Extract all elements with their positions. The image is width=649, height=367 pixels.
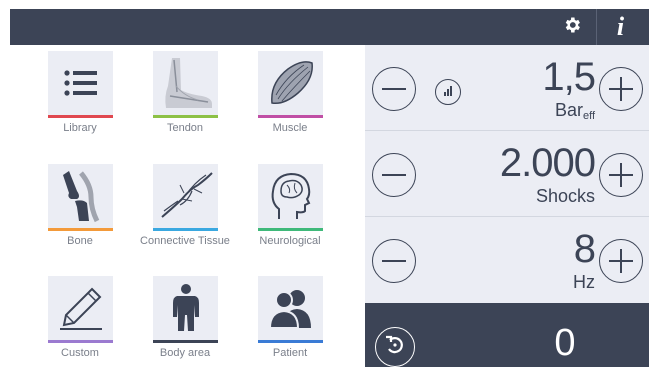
tile-card: [258, 164, 323, 231]
connective-tissue-icon: [153, 164, 218, 228]
pressure-unit: Bareff: [554, 100, 595, 122]
tile-card: [153, 51, 218, 118]
info-icon: i: [616, 12, 625, 41]
pressure-row: 1,5 Bareff: [365, 45, 649, 129]
top-bar: i: [10, 9, 649, 45]
tile-card: [153, 276, 218, 343]
tile-card: [48, 51, 113, 118]
signal-gauge-icon[interactable]: [435, 79, 461, 105]
tile-label: Library: [63, 122, 97, 134]
tile-bone[interactable]: Bone: [20, 158, 130, 266]
info-button[interactable]: i: [599, 9, 642, 45]
tile-accent: [258, 340, 323, 343]
parameter-panel: 1,5 Bareff 2.000 Shocks 8 Hz 0: [365, 45, 649, 367]
shocks-row: 2.000 Shocks: [365, 131, 649, 215]
pressure-decrease-button[interactable]: [372, 67, 416, 111]
shocks-decrease-button[interactable]: [372, 153, 416, 197]
tile-label: Bone: [67, 235, 93, 247]
knee-bone-icon: [48, 164, 113, 228]
shocks-unit: Shocks: [535, 186, 595, 206]
frequency-increase-button[interactable]: [599, 239, 643, 283]
frequency-decrease-button[interactable]: [372, 239, 416, 283]
muscle-icon: [258, 51, 323, 115]
tile-library[interactable]: Library: [20, 45, 130, 153]
frequency-unit: Hz: [573, 272, 595, 292]
gear-icon: [562, 15, 582, 40]
frequency-row: 8 Hz: [365, 217, 649, 301]
pressure-increase-button[interactable]: [599, 67, 643, 111]
tile-accent: [153, 115, 218, 118]
tile-body-area[interactable]: Body area: [125, 270, 235, 367]
tile-accent: [258, 228, 323, 231]
tile-label: Patient: [272, 347, 308, 359]
tile-label: Tendon: [166, 122, 204, 134]
tile-card: [48, 164, 113, 231]
reset-icon: [384, 334, 406, 361]
pencil-icon: [48, 276, 113, 340]
body-icon: [153, 276, 218, 340]
head-brain-icon: [258, 164, 323, 228]
topbar-divider: [596, 9, 597, 45]
settings-button[interactable]: [550, 9, 593, 45]
minus-icon: [382, 174, 406, 176]
frequency-value: 8: [573, 227, 596, 271]
shock-counter: 0: [554, 322, 576, 364]
category-grid: Library Tendon Muscle Bone Connective Ti…: [10, 45, 365, 367]
tile-muscle[interactable]: Muscle: [230, 45, 340, 153]
shocks-value: 2.000: [499, 141, 596, 185]
minus-icon: [382, 260, 406, 262]
tile-card: [258, 51, 323, 118]
tile-accent: [48, 228, 113, 231]
tile-accent: [48, 115, 113, 118]
tile-tendon[interactable]: Tendon: [125, 45, 235, 153]
pressure-value: 1,5: [542, 55, 596, 99]
patients-icon: [258, 276, 323, 340]
tile-accent: [153, 228, 218, 231]
tile-accent: [153, 340, 218, 343]
tile-accent: [48, 340, 113, 343]
counter-bar: 0: [365, 303, 649, 367]
tile-label: Body area: [159, 347, 211, 359]
tile-label: Neurological: [259, 235, 321, 247]
minus-icon: [382, 88, 406, 90]
shocks-increase-button[interactable]: [599, 153, 643, 197]
tile-label: Custom: [61, 347, 99, 359]
tile-accent: [258, 115, 323, 118]
foot-tendon-icon: [153, 51, 218, 115]
tile-card: [153, 164, 218, 231]
reset-button[interactable]: [375, 327, 415, 367]
tile-card: [48, 276, 113, 343]
tile-neurological[interactable]: Neurological: [230, 158, 340, 266]
tile-label: Muscle: [272, 122, 308, 134]
list-icon: [48, 51, 113, 115]
tile-patient[interactable]: Patient: [230, 270, 340, 367]
tile-custom[interactable]: Custom: [20, 270, 130, 367]
tile-connective-tissue[interactable]: Connective Tissue: [125, 158, 235, 266]
tile-card: [258, 276, 323, 343]
tile-label: Connective Tissue: [140, 235, 230, 247]
